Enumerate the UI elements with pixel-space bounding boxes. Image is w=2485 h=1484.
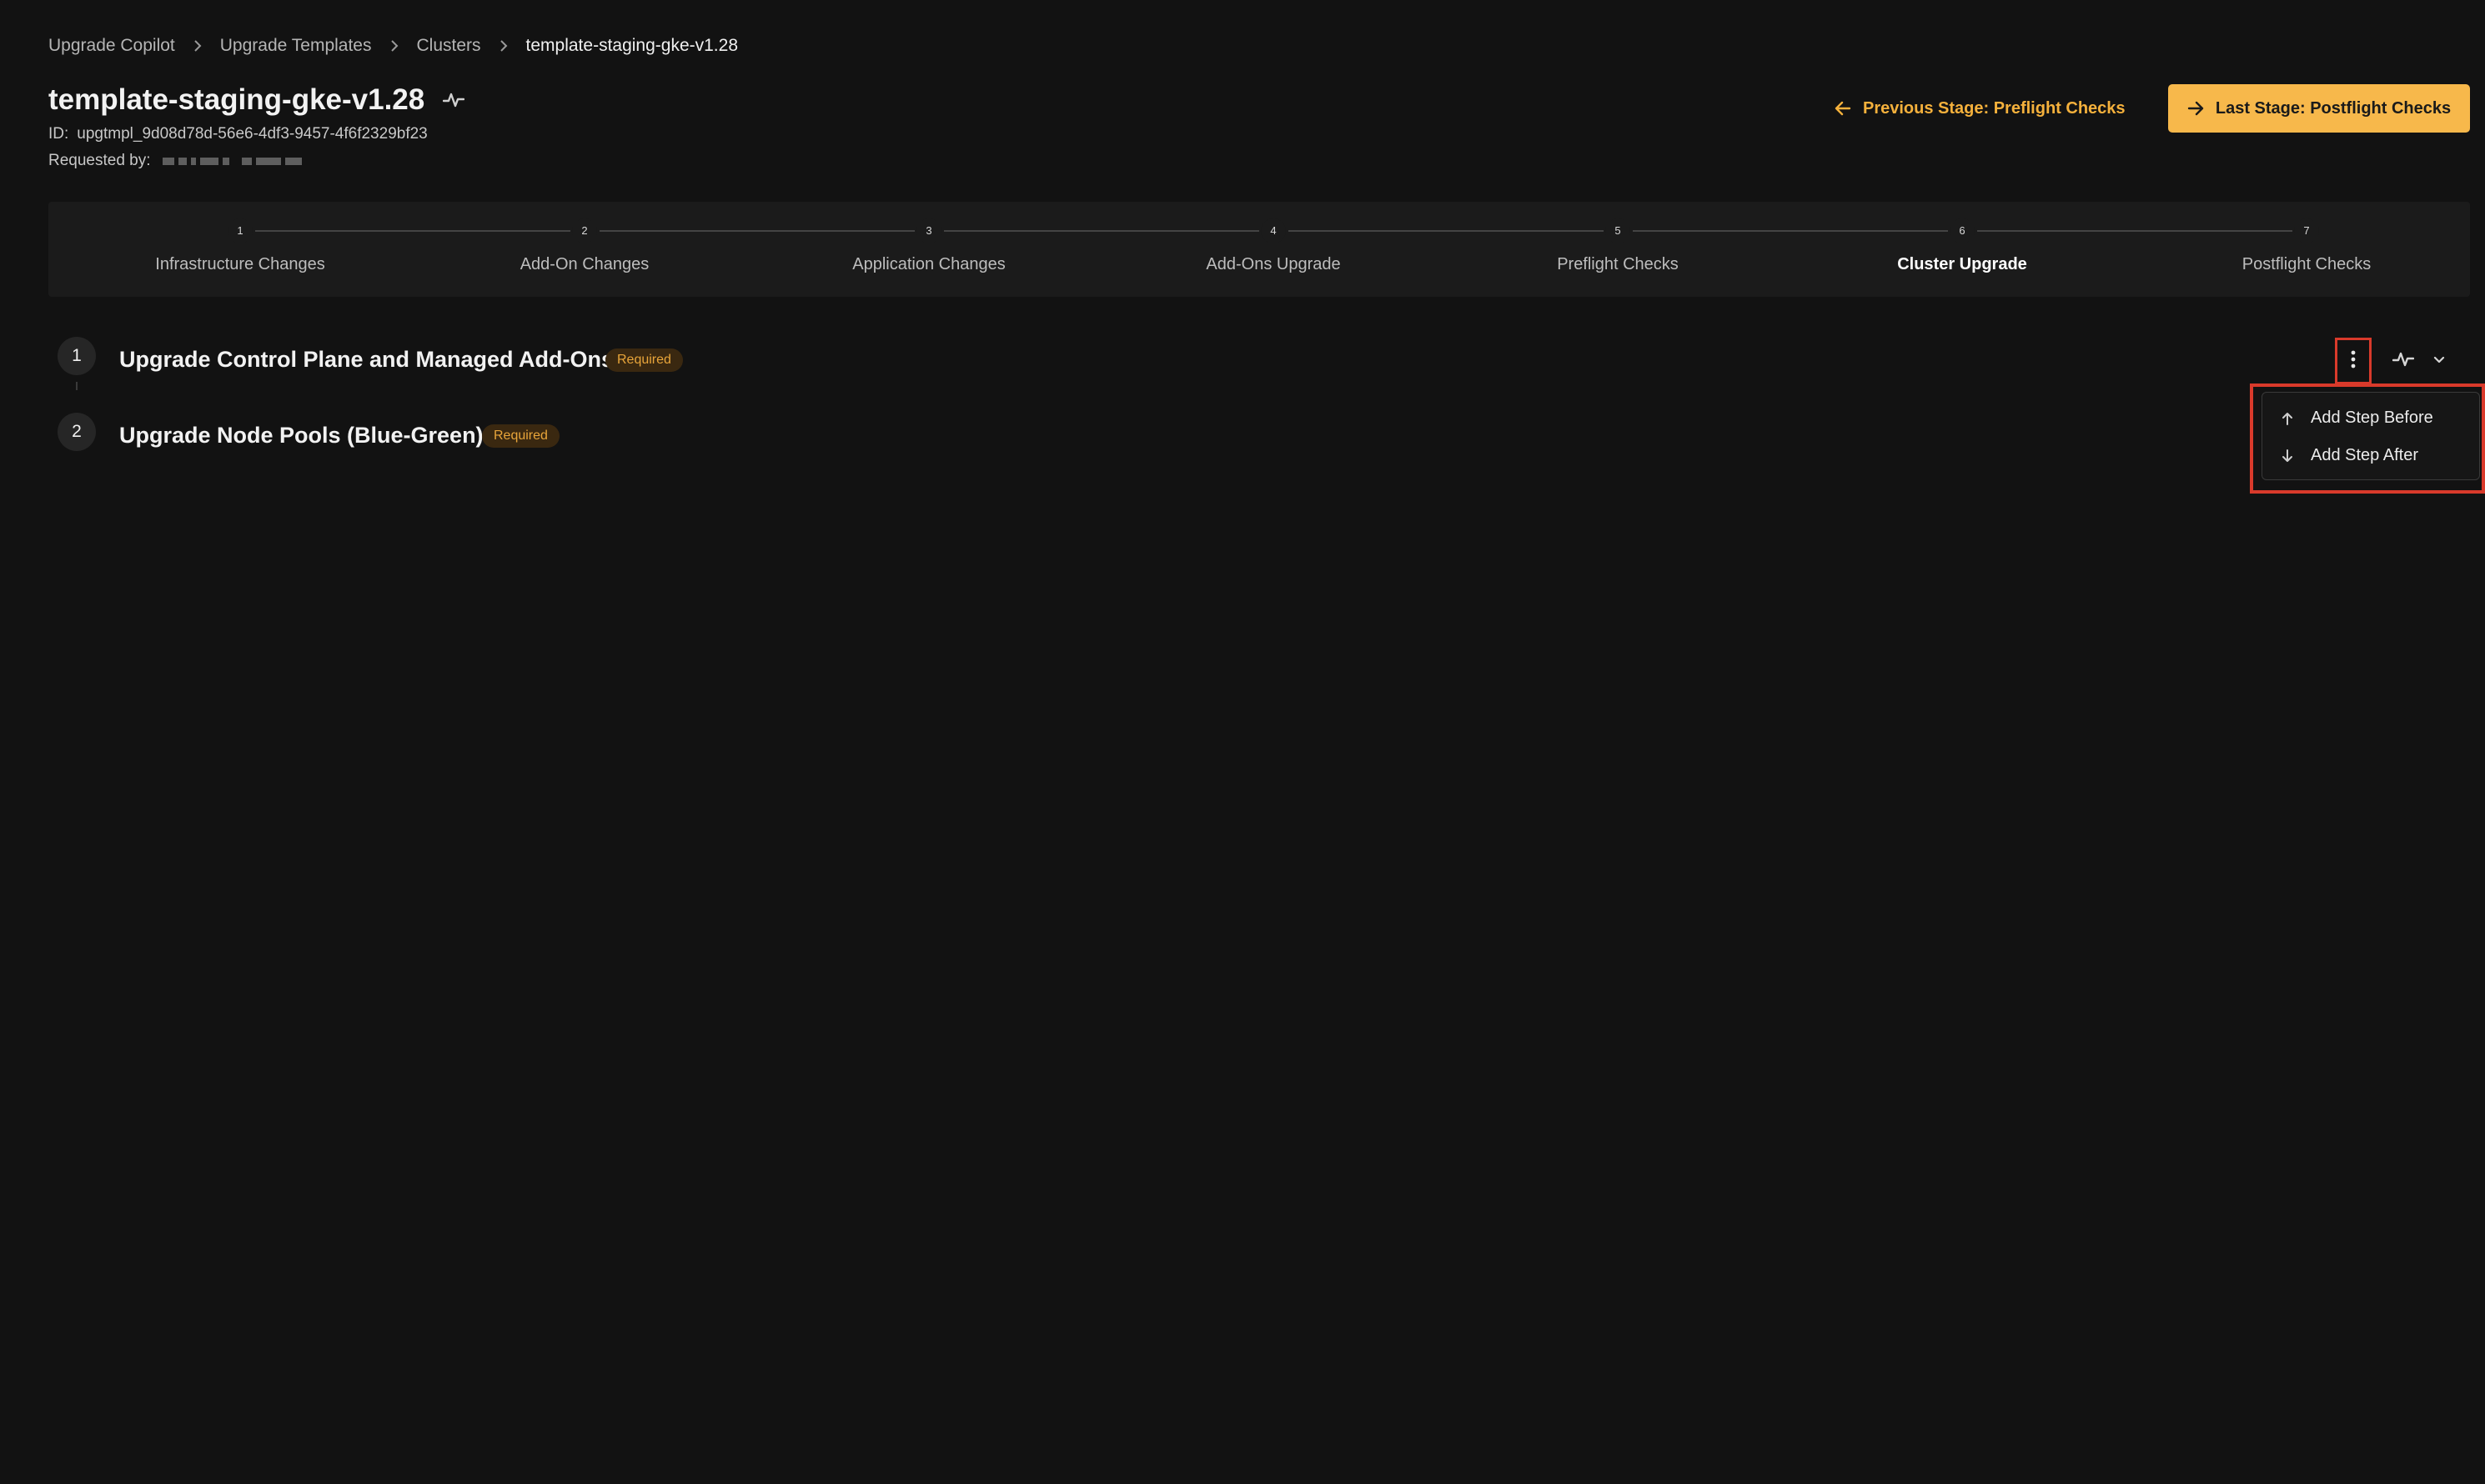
- breadcrumb-upgrade-copilot[interactable]: Upgrade Copilot: [48, 36, 175, 56]
- chevron-right-icon: [390, 40, 399, 52]
- page-title: template-staging-gke-v1.28: [48, 83, 465, 117]
- breadcrumb: Upgrade Copilot Upgrade Templates Cluste…: [48, 33, 738, 58]
- breadcrumb-clusters[interactable]: Clusters: [417, 36, 481, 56]
- chevron-down-icon: [2433, 353, 2445, 368]
- stage-number: 5: [1605, 218, 1630, 243]
- step-connector: [76, 382, 78, 390]
- chevron-right-icon: [500, 40, 508, 52]
- stage-add-on-changes[interactable]: 2 Add-On Changes: [476, 202, 693, 297]
- last-stage-button[interactable]: Last Stage: Postflight Checks: [2168, 84, 2470, 133]
- stage-number: 7: [2294, 218, 2319, 243]
- required-badge: Required: [482, 424, 560, 448]
- page-title-text: template-staging-gke-v1.28: [48, 83, 425, 116]
- previous-stage-button[interactable]: Previous Stage: Preflight Checks: [1835, 85, 2126, 132]
- menu-highlight-frame: [2250, 384, 2485, 494]
- last-stage-label: Last Stage: Postflight Checks: [2215, 98, 2452, 118]
- stage-label: Add-Ons Upgrade: [1206, 255, 1341, 273]
- stage-number: 3: [916, 218, 941, 243]
- stage-stepper: 1 Infrastructure Changes 2 Add-On Change…: [48, 202, 2470, 297]
- chevron-right-icon: [193, 40, 202, 52]
- id-value: upgtmpl_9d08d78d-56e6-4df3-9457-4f6f2329…: [77, 125, 428, 143]
- step-number: 2: [58, 413, 96, 451]
- step-number: 1: [58, 337, 96, 375]
- stage-number: 4: [1261, 218, 1286, 243]
- redacted-user-name: [162, 157, 302, 165]
- activity-icon[interactable]: [443, 91, 465, 109]
- step-title[interactable]: Upgrade Control Plane and Managed Add-On…: [119, 347, 614, 373]
- step-activity-button[interactable]: [2388, 346, 2418, 376]
- previous-stage-label: Previous Stage: Preflight Checks: [1863, 98, 2126, 118]
- requested-by: Requested by:: [48, 152, 302, 170]
- stage-label: Cluster Upgrade: [1897, 255, 2027, 273]
- stage-postflight-checks[interactable]: 7 Postflight Checks: [2198, 202, 2415, 297]
- breadcrumb-upgrade-templates[interactable]: Upgrade Templates: [220, 36, 372, 56]
- more-options-button[interactable]: [2335, 338, 2372, 384]
- stage-add-ons-upgrade[interactable]: 4 Add-Ons Upgrade: [1165, 202, 1382, 297]
- stage-application-changes[interactable]: 3 Application Changes: [821, 202, 1037, 297]
- stage-label: Postflight Checks: [2242, 255, 2372, 273]
- arrow-right-icon: [2187, 101, 2204, 116]
- breadcrumb-current: template-staging-gke-v1.28: [525, 36, 739, 55]
- stage-label: Preflight Checks: [1557, 255, 1679, 273]
- requested-by-label: Requested by:: [48, 152, 151, 169]
- stage-label: Infrastructure Changes: [155, 255, 325, 273]
- more-vertical-icon: [2351, 349, 2356, 374]
- stage-number: 1: [228, 218, 253, 243]
- stage-preflight-checks[interactable]: 5 Preflight Checks: [1509, 202, 1726, 297]
- stage-label: Add-On Changes: [520, 255, 650, 273]
- required-badge: Required: [605, 348, 683, 372]
- stage-cluster-upgrade[interactable]: 6 Cluster Upgrade: [1854, 202, 2071, 297]
- template-id: ID: upgtmpl_9d08d78d-56e6-4df3-9457-4f6f2…: [48, 125, 428, 143]
- stage-label: Application Changes: [852, 255, 1006, 273]
- step-title[interactable]: Upgrade Node Pools (Blue-Green): [119, 423, 484, 449]
- id-label: ID:: [48, 125, 69, 143]
- stage-infrastructure-changes[interactable]: 1 Infrastructure Changes: [132, 202, 349, 297]
- stage-number: 2: [572, 218, 597, 243]
- activity-icon: [2392, 350, 2415, 373]
- arrow-left-icon: [1835, 101, 1851, 116]
- stage-number: 6: [1950, 218, 1975, 243]
- expand-step-button[interactable]: [2427, 348, 2452, 374]
